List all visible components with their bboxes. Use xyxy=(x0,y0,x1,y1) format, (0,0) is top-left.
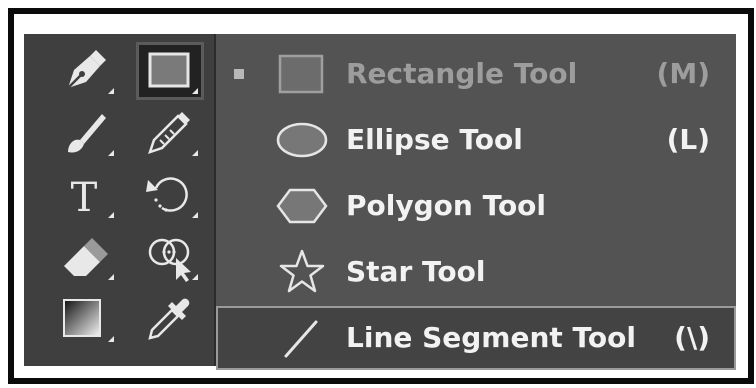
rotate-icon xyxy=(146,177,198,218)
star-icon xyxy=(272,248,332,296)
rectangle-icon xyxy=(272,50,332,98)
menu-item-label: Line Segment Tool xyxy=(346,321,636,354)
shaper-pencil-icon xyxy=(148,112,198,156)
shape-builder-icon xyxy=(148,238,198,282)
shape-builder-tool-button[interactable] xyxy=(136,228,204,286)
line-segment-icon xyxy=(272,314,332,362)
rectangle-tool-button[interactable] xyxy=(136,42,204,100)
svg-text:T: T xyxy=(71,175,98,221)
gradient-icon xyxy=(63,299,114,342)
gradient-tool-button[interactable] xyxy=(52,290,120,348)
menu-item-label: Ellipse Tool xyxy=(346,123,523,156)
paintbrush-icon xyxy=(68,114,114,156)
keyboard-shortcut: (\) xyxy=(674,321,710,354)
menu-item-star-tool[interactable]: Star Tool xyxy=(216,240,736,304)
rotate-tool-button[interactable] xyxy=(136,166,204,224)
type-icon: T xyxy=(71,175,114,221)
rectangle-icon xyxy=(148,52,198,94)
menu-item-line-segment-tool[interactable]: Line Segment Tool (\) xyxy=(216,306,736,370)
pen-tool-button[interactable] xyxy=(52,42,120,100)
eyedropper-icon xyxy=(148,298,190,340)
eyedropper-tool-button[interactable] xyxy=(136,290,204,348)
menu-item-polygon-tool[interactable]: Polygon Tool xyxy=(216,174,736,238)
keyboard-shortcut: (L) xyxy=(666,123,710,156)
pen-icon xyxy=(67,50,114,94)
paintbrush-tool-button[interactable] xyxy=(52,104,120,162)
shape-tools-flyout-menu: Rectangle Tool (M) Ellipse Tool (L) Poly… xyxy=(216,34,736,370)
keyboard-shortcut: (M) xyxy=(656,57,710,90)
menu-item-label: Star Tool xyxy=(346,255,486,288)
eraser-icon xyxy=(64,238,114,280)
tools-panel: T xyxy=(24,34,216,366)
current-tool-indicator xyxy=(234,69,244,79)
menu-item-label: Polygon Tool xyxy=(346,189,547,222)
menu-item-rectangle-tool[interactable]: Rectangle Tool (M) xyxy=(216,42,736,106)
polygon-icon xyxy=(272,182,332,230)
ellipse-icon xyxy=(272,116,332,164)
shaper-tool-button[interactable] xyxy=(136,104,204,162)
menu-item-label: Rectangle Tool xyxy=(346,57,578,90)
type-tool-button[interactable]: T xyxy=(52,166,120,224)
menu-item-ellipse-tool[interactable]: Ellipse Tool (L) xyxy=(216,108,736,172)
eraser-tool-button[interactable] xyxy=(52,228,120,286)
